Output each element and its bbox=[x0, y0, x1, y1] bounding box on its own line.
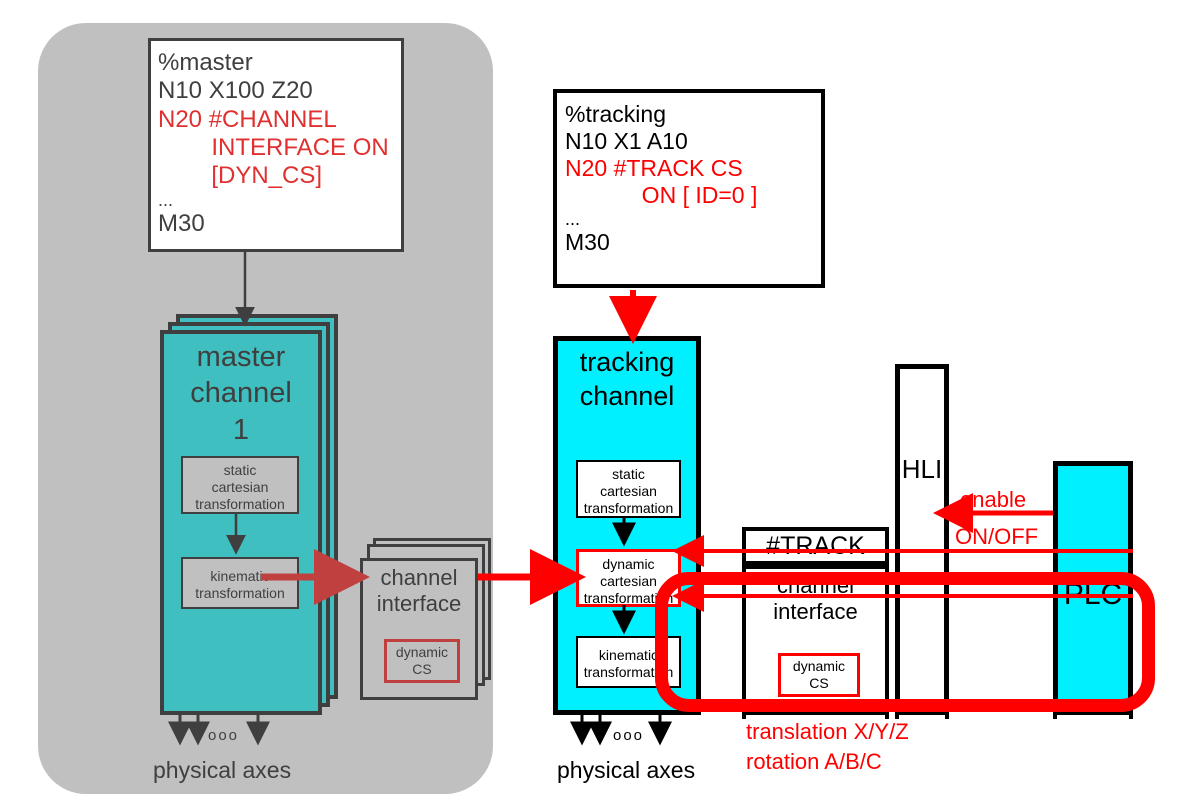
master-code-line: N10 X100 Z20 bbox=[158, 77, 313, 105]
master-code-line: INTERFACE ON bbox=[158, 133, 389, 161]
tracking-code-line: N20 #TRACK CS bbox=[565, 155, 743, 182]
master-code-line: M30 bbox=[158, 210, 205, 238]
channel-interface-left-dynamic-cs: dynamic CS bbox=[384, 639, 460, 683]
master-channel-title: master channel 1 bbox=[190, 341, 292, 446]
tracking-static-cartesian-transformation: static cartesian transformation bbox=[576, 460, 681, 518]
tracking-channel-title: tracking channel bbox=[579, 347, 675, 411]
rotation-annotation: rotation A/B/C bbox=[746, 749, 882, 774]
master-code-line: [DYN_CS] bbox=[158, 162, 323, 190]
master-code-line: N20 #CHANNEL bbox=[158, 105, 337, 133]
tracking-code-line: M30 bbox=[565, 229, 610, 256]
master-program-box: %master N10 X100 Z20 N20 #CHANNEL INTERF… bbox=[148, 38, 404, 252]
track-command-label: #TRACK bbox=[766, 531, 865, 560]
master-channel: master channel 1 static cartesian transforma… bbox=[160, 330, 322, 715]
master-code-line: ... bbox=[158, 189, 174, 210]
hli-label: HLI bbox=[901, 454, 943, 484]
master-axes-ellipsis: ooo bbox=[208, 727, 240, 744]
on-off-label: ON/OFF bbox=[955, 524, 1039, 549]
translation-annotation: translation X/Y/Z bbox=[746, 719, 909, 744]
master-static-cartesian-transformation: static cartesian transformation bbox=[181, 456, 299, 514]
tracking-code-line: N10 X1 A10 bbox=[565, 128, 688, 155]
master-code-line: %master bbox=[158, 49, 253, 76]
channel-interface-left-title: channel interface bbox=[376, 565, 462, 617]
bracket-plc bbox=[1053, 711, 1133, 719]
tracking-physical-axes-label: physical axes bbox=[557, 757, 696, 783]
master-physical-axes-label: physical axes bbox=[153, 757, 292, 783]
tracking-code-line: ON [ ID=0 ] bbox=[565, 182, 758, 209]
tracking-code-line: ... bbox=[565, 208, 581, 229]
enable-label: enable bbox=[960, 487, 1027, 512]
diagram-canvas: %master N10 X100 Z20 N20 #CHANNEL INTERF… bbox=[0, 0, 1201, 802]
tracking-program-box: %tracking N10 X1 A10 N20 #TRACK CS ON [ … bbox=[553, 89, 825, 288]
track-command-box[interactable]: #TRACK bbox=[742, 527, 889, 565]
channel-interface-left: channel interface dynamic CS bbox=[360, 558, 478, 700]
tracking-axes-ellipsis: ooo bbox=[613, 727, 645, 744]
dynamic-cs-data-path-frame bbox=[655, 572, 1155, 712]
tracking-code-line: %tracking bbox=[565, 101, 666, 127]
master-kinematic-transformation: kinematic transformation bbox=[181, 557, 299, 609]
